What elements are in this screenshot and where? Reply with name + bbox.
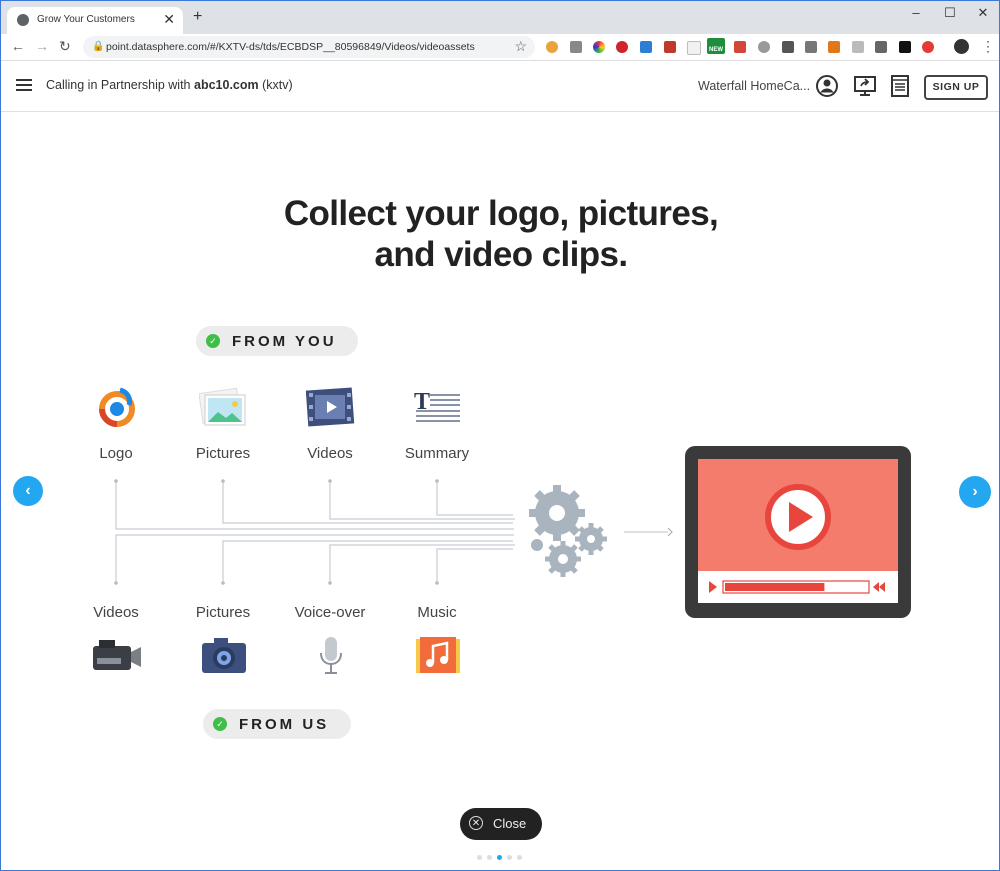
url-text[interactable]: point.datasphere.com/#/KXTV-ds/tds/ECBDS… (106, 41, 475, 53)
pager-dot[interactable] (477, 855, 482, 860)
from-us-item-videos: Videos (93, 604, 139, 621)
extension-calendar-icon[interactable] (687, 41, 701, 55)
extension-color-icon[interactable] (593, 41, 605, 53)
bookmark-star-icon[interactable]: ☆ (514, 38, 527, 55)
from-us-item-music: Music (417, 604, 457, 621)
gears-processing-icon (529, 485, 607, 577)
from-you-badge: ✓ FROM YOU (196, 326, 358, 356)
videos-film-icon (305, 387, 355, 427)
partnership-text: Calling in Partnership with abc10.com (k… (46, 78, 293, 92)
lock-icon: 🔒 (92, 41, 105, 52)
video-output-tablet-icon (685, 446, 911, 618)
forward-icon[interactable]: → (35, 38, 49, 54)
extension-red-icon[interactable] (922, 41, 934, 53)
extension-new-badge: NEW (709, 47, 723, 53)
extension-t-icon[interactable] (782, 41, 794, 53)
pager-dot[interactable] (497, 855, 502, 860)
partner-prefix: Calling in Partnership with (46, 78, 194, 92)
from-you-item-logo: Logo (99, 445, 133, 462)
close-window-button[interactable]: ✕ (973, 5, 993, 21)
extension-gmail-icon[interactable] (734, 41, 746, 53)
extension-pinterest-icon[interactable] (616, 41, 628, 53)
from-you-item-videos: Videos (307, 445, 353, 462)
globe-icon (17, 14, 29, 26)
video-camera-icon (93, 640, 141, 670)
title-line-2: and video clips. (374, 235, 629, 274)
extension-new-icon[interactable]: NEW (707, 38, 725, 54)
microphone-icon (320, 637, 342, 674)
music-note-icon (416, 637, 460, 673)
tab-strip: Grow Your Customers ✕ + – ☐ ✕ (1, 1, 999, 34)
from-you-item-pictures: Pictures (195, 445, 251, 462)
close-circle-icon: ✕ (469, 816, 483, 830)
summary-text-icon: T (414, 389, 460, 422)
page-title: Collect your logo, pictures, and video cl… (1, 193, 999, 275)
extension-screen-icon[interactable] (805, 41, 817, 53)
from-us-label: FROM US (239, 716, 330, 733)
reload-icon[interactable]: ↻ (59, 38, 71, 55)
profile-avatar[interactable] (954, 39, 969, 54)
video-progress-fill (725, 583, 825, 591)
maximize-button[interactable]: ☐ (940, 5, 960, 21)
notes-icon[interactable] (888, 74, 912, 98)
browser-menu-icon[interactable]: ⋮ (981, 38, 995, 55)
extension-text-icon[interactable] (852, 41, 864, 53)
extension-cookie-icon[interactable] (546, 41, 558, 53)
pager-dot[interactable] (507, 855, 512, 860)
title-line-1: Collect your logo, pictures, (283, 194, 719, 233)
minimize-button[interactable]: – (906, 5, 926, 20)
from-us-item-voice-over: Voice-over (294, 604, 366, 621)
tab-title: Grow Your Customers (37, 14, 135, 25)
extension-book-icon[interactable] (664, 41, 676, 53)
browser-window: Grow Your Customers ✕ + – ☐ ✕ ← → ↻ 🔒 po… (0, 0, 1000, 871)
from-us-badge: ✓ FROM US (203, 709, 351, 739)
pager-dots (477, 847, 527, 865)
extension-seo-icon[interactable] (758, 41, 770, 53)
partner-brand: abc10.com (194, 78, 259, 92)
close-tab-icon[interactable]: ✕ (163, 11, 175, 28)
partner-suffix: (kxtv) (258, 78, 293, 92)
browser-toolbar: ← → ↻ 🔒 point.datasphere.com/#/KXTV-ds/t… (1, 34, 999, 61)
check-icon: ✓ (206, 334, 220, 348)
from-us-item-pictures: Pictures (195, 604, 251, 621)
carousel-next-button[interactable]: › (959, 476, 991, 508)
close-label: Close (493, 816, 527, 831)
from-you-item-summary: Summary (404, 445, 470, 462)
extension-metamask-icon[interactable] (828, 41, 840, 53)
photo-camera-icon (202, 638, 246, 673)
extension-p-icon[interactable] (899, 41, 911, 53)
user-profile-icon[interactable] (815, 74, 839, 98)
sign-up-button[interactable]: SIGN UP (924, 75, 988, 100)
pager-dot[interactable] (517, 855, 522, 860)
close-button[interactable]: ✕ Close (460, 808, 542, 840)
back-icon[interactable]: ← (11, 38, 25, 54)
check-icon: ✓ (213, 717, 227, 731)
share-screen-icon[interactable] (853, 74, 877, 98)
address-bar[interactable]: 🔒 point.datasphere.com/#/KXTV-ds/tds/ECB… (83, 36, 535, 58)
app-header: Calling in Partnership with abc10.com (k… (1, 61, 999, 112)
extension-camera-icon[interactable] (570, 41, 582, 53)
extension-dark-icon[interactable] (875, 41, 887, 53)
browser-tab[interactable]: Grow Your Customers ✕ (7, 7, 183, 34)
pager-dot[interactable] (487, 855, 492, 860)
pictures-icon (199, 387, 246, 426)
new-tab-button[interactable]: + (193, 8, 202, 26)
hamburger-menu-icon[interactable] (16, 79, 32, 91)
from-you-label: FROM YOU (232, 333, 337, 350)
business-name[interactable]: Waterfall HomeCa... (698, 79, 810, 93)
carousel-prev-button[interactable]: ‹ (13, 476, 43, 506)
logo-icon (99, 387, 135, 427)
extension-window-icon[interactable] (640, 41, 652, 53)
